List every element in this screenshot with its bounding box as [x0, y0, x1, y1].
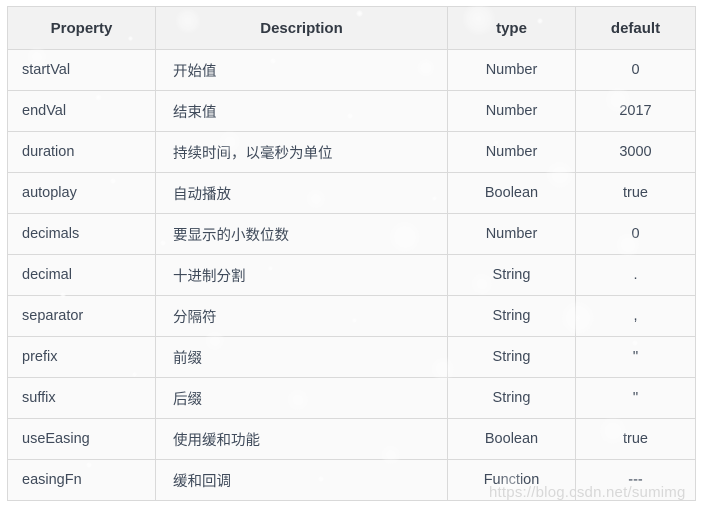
cell-description: 持续时间，以毫秒为单位: [155, 131, 448, 173]
cell-type: String: [447, 377, 576, 419]
cell-default: 3000: [575, 131, 696, 173]
cell-default: 0: [575, 49, 696, 91]
table-body: startVal 开始值 Number 0 endVal 结束值 Number …: [7, 49, 696, 501]
table-row: endVal 结束值 Number 2017: [7, 90, 696, 132]
cell-type: Boolean: [447, 418, 576, 460]
table-row: autoplay 自动播放 Boolean true: [7, 172, 696, 214]
cell-description: 结束值: [155, 90, 448, 132]
screenshot-canvas: Property Description type default startV…: [0, 0, 702, 513]
table-row: suffix 后缀 String '': [7, 377, 696, 419]
table-row: separator 分隔符 String ,: [7, 295, 696, 337]
cell-property: easingFn: [7, 459, 156, 501]
column-header-default: default: [575, 6, 696, 50]
cell-property: decimal: [7, 254, 156, 296]
cell-property: autoplay: [7, 172, 156, 214]
cell-description: 后缀: [155, 377, 448, 419]
cell-description: 分隔符: [155, 295, 448, 337]
api-options-table-container: Property Description type default startV…: [7, 6, 696, 501]
cell-default: true: [575, 172, 696, 214]
cell-default: '': [575, 336, 696, 378]
table-row: duration 持续时间，以毫秒为单位 Number 3000: [7, 131, 696, 173]
cell-property: duration: [7, 131, 156, 173]
cell-type: String: [447, 295, 576, 337]
cell-description: 自动播放: [155, 172, 448, 214]
cell-property: endVal: [7, 90, 156, 132]
api-options-table: Property Description type default startV…: [7, 6, 696, 501]
cell-default: '': [575, 377, 696, 419]
cell-property: suffix: [7, 377, 156, 419]
cell-type: Boolean: [447, 172, 576, 214]
table-row: decimal 十进制分割 String .: [7, 254, 696, 296]
cell-type: Number: [447, 213, 576, 255]
cell-description: 使用缓和功能: [155, 418, 448, 460]
cell-type: Number: [447, 49, 576, 91]
cell-description: 十进制分割: [155, 254, 448, 296]
cell-type: Number: [447, 131, 576, 173]
cell-default: .: [575, 254, 696, 296]
cell-default: 2017: [575, 90, 696, 132]
cell-type: String: [447, 336, 576, 378]
table-header: Property Description type default: [7, 6, 696, 50]
table-header-row: Property Description type default: [7, 6, 696, 50]
cell-type: Number: [447, 90, 576, 132]
cell-default: ---: [575, 459, 696, 501]
table-row: startVal 开始值 Number 0: [7, 49, 696, 91]
cell-property: prefix: [7, 336, 156, 378]
cell-type: Function: [447, 459, 576, 501]
cell-description: 开始值: [155, 49, 448, 91]
cell-description: 缓和回调: [155, 459, 448, 501]
cell-default: ,: [575, 295, 696, 337]
cell-description: 前缀: [155, 336, 448, 378]
cell-property: decimals: [7, 213, 156, 255]
column-header-description: Description: [155, 6, 448, 50]
cell-property: useEasing: [7, 418, 156, 460]
cell-default: true: [575, 418, 696, 460]
cell-property: separator: [7, 295, 156, 337]
table-row: decimals 要显示的小数位数 Number 0: [7, 213, 696, 255]
cell-type: String: [447, 254, 576, 296]
cell-property: startVal: [7, 49, 156, 91]
table-row: prefix 前缀 String '': [7, 336, 696, 378]
cell-default: 0: [575, 213, 696, 255]
table-row: useEasing 使用缓和功能 Boolean true: [7, 418, 696, 460]
column-header-property: Property: [7, 6, 156, 50]
cell-description: 要显示的小数位数: [155, 213, 448, 255]
table-row: easingFn 缓和回调 Function ---: [7, 459, 696, 501]
column-header-type: type: [447, 6, 576, 50]
